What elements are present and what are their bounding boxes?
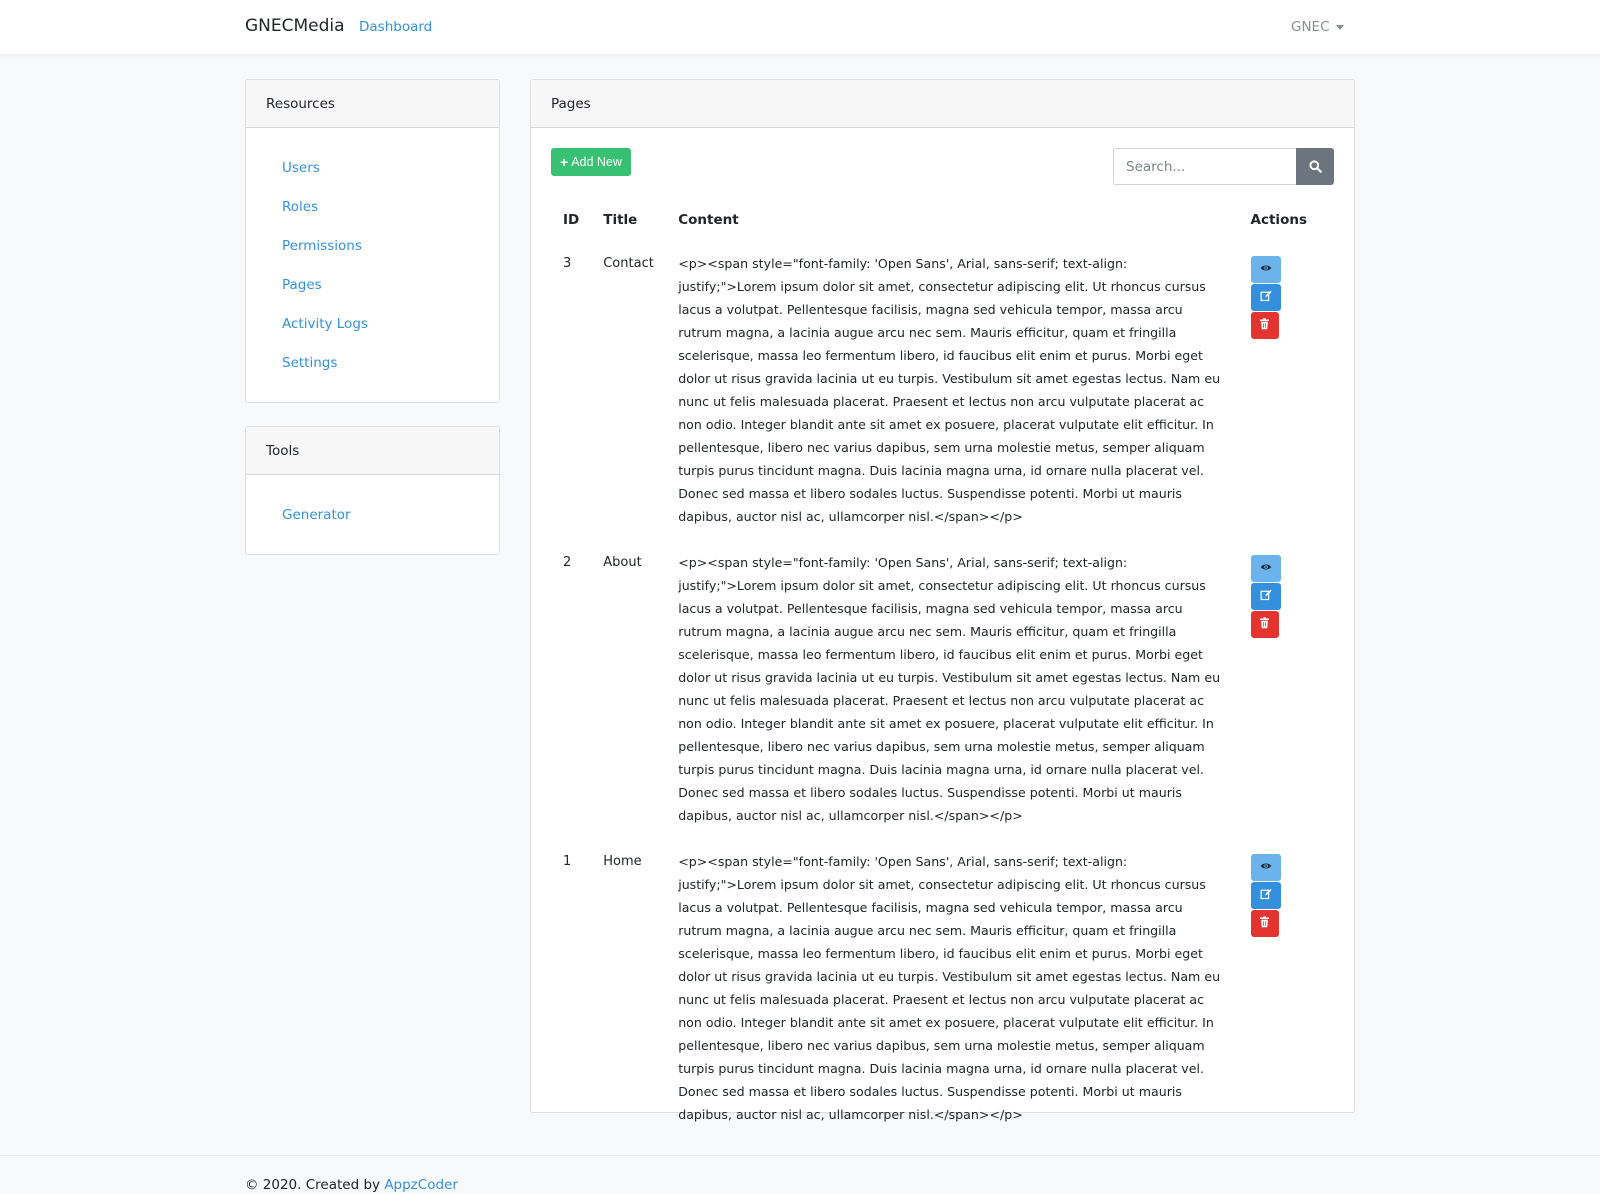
sidebar-item: Permissions <box>282 226 463 265</box>
table-header-row: ID Title Content Actions <box>551 200 1319 240</box>
footer: © 2020. Created by AppzCoder <box>0 1155 1600 1194</box>
add-new-label: Add New <box>571 155 622 169</box>
brand-logo[interactable]: GNECMedia <box>245 16 345 36</box>
pages-table: ID Title Content Actions 3 Contact <p><spa… <box>551 200 1319 1137</box>
resources-card-header: Resources <box>246 80 499 128</box>
caret-down-icon <box>1335 24 1344 30</box>
edit-icon <box>1260 589 1272 604</box>
user-menu-label: GNEC <box>1291 19 1330 35</box>
sidebar-item: Generator <box>282 495 463 534</box>
eye-icon <box>1260 262 1272 277</box>
view-button[interactable] <box>1250 555 1281 582</box>
add-new-button[interactable]: + Add New <box>551 148 631 176</box>
cell-content: <p><span style="font-family: 'Open Sans'… <box>678 555 1221 823</box>
edit-icon <box>1260 290 1272 305</box>
delete-button[interactable] <box>1250 910 1279 937</box>
search-form <box>1113 148 1334 185</box>
cell-title: Contact <box>603 256 654 271</box>
sidebar-link-permissions[interactable]: Permissions <box>282 238 362 254</box>
sidebar-item: Roles <box>282 187 463 226</box>
search-icon <box>1308 160 1322 173</box>
view-button[interactable] <box>1250 854 1281 881</box>
pages-card-header: Pages <box>531 80 1354 128</box>
eye-icon <box>1260 860 1272 875</box>
navbar: GNECMedia Dashboard GNEC <box>0 0 1600 55</box>
search-input[interactable] <box>1113 148 1296 185</box>
tools-list: Generator <box>246 475 499 554</box>
cell-actions <box>1239 240 1319 539</box>
trash-icon <box>1259 916 1270 931</box>
sidebar-link-activity-logs[interactable]: Activity Logs <box>282 316 368 332</box>
view-button[interactable] <box>1250 256 1281 283</box>
header-id: ID <box>563 212 580 228</box>
cell-id: 2 <box>563 555 572 570</box>
cell-title: About <box>603 555 642 570</box>
sidebar-link-settings[interactable]: Settings <box>282 355 337 371</box>
edit-button[interactable] <box>1250 583 1281 610</box>
cell-title: Home <box>603 854 642 869</box>
edit-button[interactable] <box>1250 882 1281 909</box>
tools-card-header: Tools <box>246 427 499 475</box>
resources-list: Users Roles Permissions Pages Activity Logs S… <box>246 128 499 402</box>
delete-button[interactable] <box>1250 312 1279 339</box>
header-content: Content <box>678 212 739 228</box>
edit-icon <box>1260 888 1272 903</box>
sidebar-item: Users <box>282 148 463 187</box>
nav-dashboard-link[interactable]: Dashboard <box>359 19 432 35</box>
cell-id: 1 <box>563 854 572 869</box>
footer-text: © 2020. Created by AppzCoder <box>245 1177 458 1193</box>
table-row: 2 About <p><span style="font-family: 'Open… <box>551 539 1319 838</box>
edit-button[interactable] <box>1250 284 1281 311</box>
sidebar-item: Settings <box>282 343 463 382</box>
sidebar-item: Pages <box>282 265 463 304</box>
pages-card: Pages + Add New ID Title Content Actions… <box>530 79 1355 1122</box>
sidebar-item: Activity Logs <box>282 304 463 343</box>
cell-actions <box>1239 838 1319 1137</box>
eye-icon <box>1260 561 1272 576</box>
plus-icon: + <box>560 154 569 170</box>
sidebar-link-users[interactable]: Users <box>282 160 320 176</box>
header-actions: Actions <box>1250 212 1307 228</box>
sidebar-link-generator[interactable]: Generator <box>282 507 351 523</box>
user-menu-dropdown[interactable]: GNEC <box>1291 19 1344 35</box>
cell-actions <box>1239 539 1319 838</box>
footer-appzcoder-link[interactable]: AppzCoder <box>384 1177 458 1193</box>
cell-content: <p><span style="font-family: 'Open Sans'… <box>678 854 1221 1122</box>
footer-copyright: © 2020. Created by <box>245 1177 381 1193</box>
sidebar-link-pages[interactable]: Pages <box>282 277 322 293</box>
trash-icon <box>1259 318 1270 333</box>
cell-content: <p><span style="font-family: 'Open Sans'… <box>678 256 1221 524</box>
table-row: 3 Contact <p><span style="font-family: 'Op… <box>551 240 1319 539</box>
resources-card: Resources Users Roles Permissions Pages Acti… <box>245 79 500 403</box>
search-button[interactable] <box>1296 148 1334 185</box>
delete-button[interactable] <box>1250 611 1279 638</box>
sidebar-link-roles[interactable]: Roles <box>282 199 318 215</box>
trash-icon <box>1259 617 1270 632</box>
table-row: 1 Home <p><span style="font-family: 'Open … <box>551 838 1319 1137</box>
header-title: Title <box>603 212 638 228</box>
cell-id: 3 <box>563 256 572 271</box>
tools-card: Tools Generator <box>245 426 500 555</box>
